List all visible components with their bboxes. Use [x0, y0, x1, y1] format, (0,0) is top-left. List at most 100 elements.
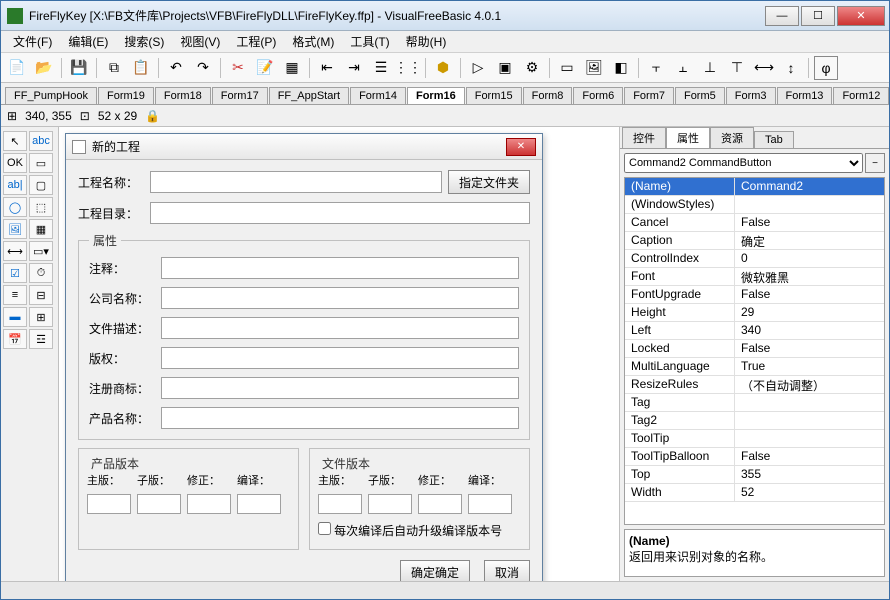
copy-icon[interactable]: ⧉ — [102, 56, 126, 80]
menu-item[interactable]: 编辑(E) — [60, 31, 116, 52]
input-proj-name[interactable] — [150, 171, 442, 193]
property-row[interactable]: ResizeRules（不自动调整） — [625, 376, 884, 394]
property-row[interactable]: ToolTip — [625, 430, 884, 448]
panel-tool[interactable]: ▢ — [29, 175, 53, 195]
align-icon[interactable]: ⫠ — [671, 56, 695, 80]
indent-icon[interactable]: ⇤ — [315, 56, 339, 80]
input-pv-minor[interactable] — [137, 494, 181, 514]
document-tab[interactable]: Form3 — [726, 87, 776, 104]
circle-tool[interactable]: ◯ — [3, 197, 27, 217]
timer-tool[interactable]: ⏱ — [29, 263, 53, 283]
document-tab[interactable]: Form7 — [624, 87, 674, 104]
checkbox-auto-upgrade[interactable] — [318, 522, 331, 535]
debug-icon[interactable]: ⚙ — [520, 56, 544, 80]
save-icon[interactable]: 💾 — [67, 56, 91, 80]
input-fv-build[interactable] — [468, 494, 512, 514]
input-pv-build[interactable] — [237, 494, 281, 514]
document-tab[interactable]: Form16 — [407, 87, 465, 104]
run-icon[interactable]: ▷ — [466, 56, 490, 80]
align-icon[interactable]: ⫟ — [644, 56, 668, 80]
input-pv-major[interactable] — [87, 494, 131, 514]
property-row[interactable]: Left340 — [625, 322, 884, 340]
align-icon[interactable]: ⟷ — [752, 56, 776, 80]
align-icon[interactable]: ⊥ — [698, 56, 722, 80]
document-tab[interactable]: Form17 — [212, 87, 268, 104]
open-icon[interactable]: 📂 — [32, 56, 56, 80]
list-tool[interactable]: ≡ — [3, 285, 27, 305]
tool-icon[interactable]: ▦ — [280, 56, 304, 80]
document-tab[interactable]: FF_PumpHook — [5, 87, 97, 104]
input-fv-rev[interactable] — [418, 494, 462, 514]
document-tab[interactable]: Form6 — [573, 87, 623, 104]
menu-item[interactable]: 格式(M) — [284, 31, 342, 52]
panel-tab[interactable]: 资源 — [710, 127, 754, 148]
input-product[interactable] — [161, 407, 519, 429]
maximize-button[interactable]: ☐ — [801, 6, 835, 26]
redo-icon[interactable]: ↷ — [191, 56, 215, 80]
form-designer[interactable]: 新的工程 ✕ 工程名称： 指定文件夹 工程目录： — [59, 127, 619, 581]
undo-icon[interactable]: ↶ — [164, 56, 188, 80]
property-row[interactable]: (WindowStyles) — [625, 196, 884, 214]
property-row[interactable]: ToolTipBalloonFalse — [625, 448, 884, 466]
align-icon[interactable]: ⊤ — [725, 56, 749, 80]
property-row[interactable]: LockedFalse — [625, 340, 884, 358]
cube-icon[interactable]: ⬢ — [431, 56, 455, 80]
lock-icon[interactable]: 🔒 — [145, 109, 160, 123]
dialog-close-icon[interactable]: ✕ — [506, 138, 536, 156]
input-comment[interactable] — [161, 257, 519, 279]
progress-tool[interactable]: ▬ — [3, 307, 27, 327]
button-tool[interactable]: OK — [3, 153, 27, 173]
pointer-tool[interactable]: ↖ — [3, 131, 27, 151]
tool-icon[interactable]: 📝 — [253, 56, 277, 80]
ok-button[interactable]: 确定确定 — [400, 560, 470, 581]
window-icon[interactable]: ▭ — [555, 56, 579, 80]
build-icon[interactable]: ▣ — [493, 56, 517, 80]
property-row[interactable]: Width52 — [625, 484, 884, 502]
document-tab[interactable]: Form12 — [833, 87, 889, 104]
picture-tool[interactable]: 🖼 — [3, 219, 27, 239]
document-tab[interactable]: Form8 — [523, 87, 573, 104]
input-pv-rev[interactable] — [187, 494, 231, 514]
grid-tool[interactable]: ▦ — [29, 219, 53, 239]
align-icon[interactable]: ↕ — [779, 56, 803, 80]
check-tool[interactable]: ☑ — [3, 263, 27, 283]
tree-tool[interactable]: ⊟ — [29, 285, 53, 305]
input-trademark[interactable] — [161, 377, 519, 399]
outdent-icon[interactable]: ⇥ — [342, 56, 366, 80]
form-icon[interactable]: ◧ — [609, 56, 633, 80]
calendar-tool[interactable]: 📅 — [3, 329, 27, 349]
panel-tab[interactable]: 控件 — [622, 127, 666, 148]
input-fv-major[interactable] — [318, 494, 362, 514]
document-tab[interactable]: Form18 — [155, 87, 211, 104]
property-row[interactable]: Tag2 — [625, 412, 884, 430]
property-row[interactable]: Height29 — [625, 304, 884, 322]
document-tab[interactable]: Form19 — [98, 87, 154, 104]
cut-icon[interactable]: ✂ — [226, 56, 250, 80]
input-fv-minor[interactable] — [368, 494, 412, 514]
list-icon[interactable]: ☰ — [369, 56, 393, 80]
property-row[interactable]: ControlIndex0 — [625, 250, 884, 268]
input-proj-dir[interactable] — [150, 202, 530, 224]
input-copyright[interactable] — [161, 347, 519, 369]
menu-item[interactable]: 工程(P) — [228, 31, 284, 52]
property-grid[interactable]: (Name)Command2(WindowStyles)CancelFalseC… — [624, 177, 885, 525]
panel-tab[interactable]: 属性 — [666, 127, 710, 148]
panel-tab[interactable]: Tab — [754, 131, 794, 148]
new-icon[interactable]: 📄 — [5, 56, 29, 80]
document-tab[interactable]: Form13 — [777, 87, 833, 104]
property-row[interactable]: FontUpgradeFalse — [625, 286, 884, 304]
property-row[interactable]: Top355 — [625, 466, 884, 484]
paste-icon[interactable]: 📋 — [129, 56, 153, 80]
group-tool[interactable]: ⬚ — [29, 197, 53, 217]
menu-item[interactable]: 视图(V) — [172, 31, 228, 52]
menu-item[interactable]: 文件(F) — [5, 31, 60, 52]
document-tab[interactable]: FF_AppStart — [269, 87, 349, 104]
listview-tool[interactable]: ☲ — [29, 329, 53, 349]
label-tool[interactable]: abc — [29, 131, 53, 151]
image-icon[interactable]: 🖼 — [582, 56, 606, 80]
minimize-button[interactable]: — — [765, 6, 799, 26]
textbox-tool[interactable]: ab| — [3, 175, 27, 195]
input-filedesc[interactable] — [161, 317, 519, 339]
collapse-button[interactable]: − — [865, 153, 885, 173]
combo-tool[interactable]: ▭▾ — [29, 241, 53, 261]
